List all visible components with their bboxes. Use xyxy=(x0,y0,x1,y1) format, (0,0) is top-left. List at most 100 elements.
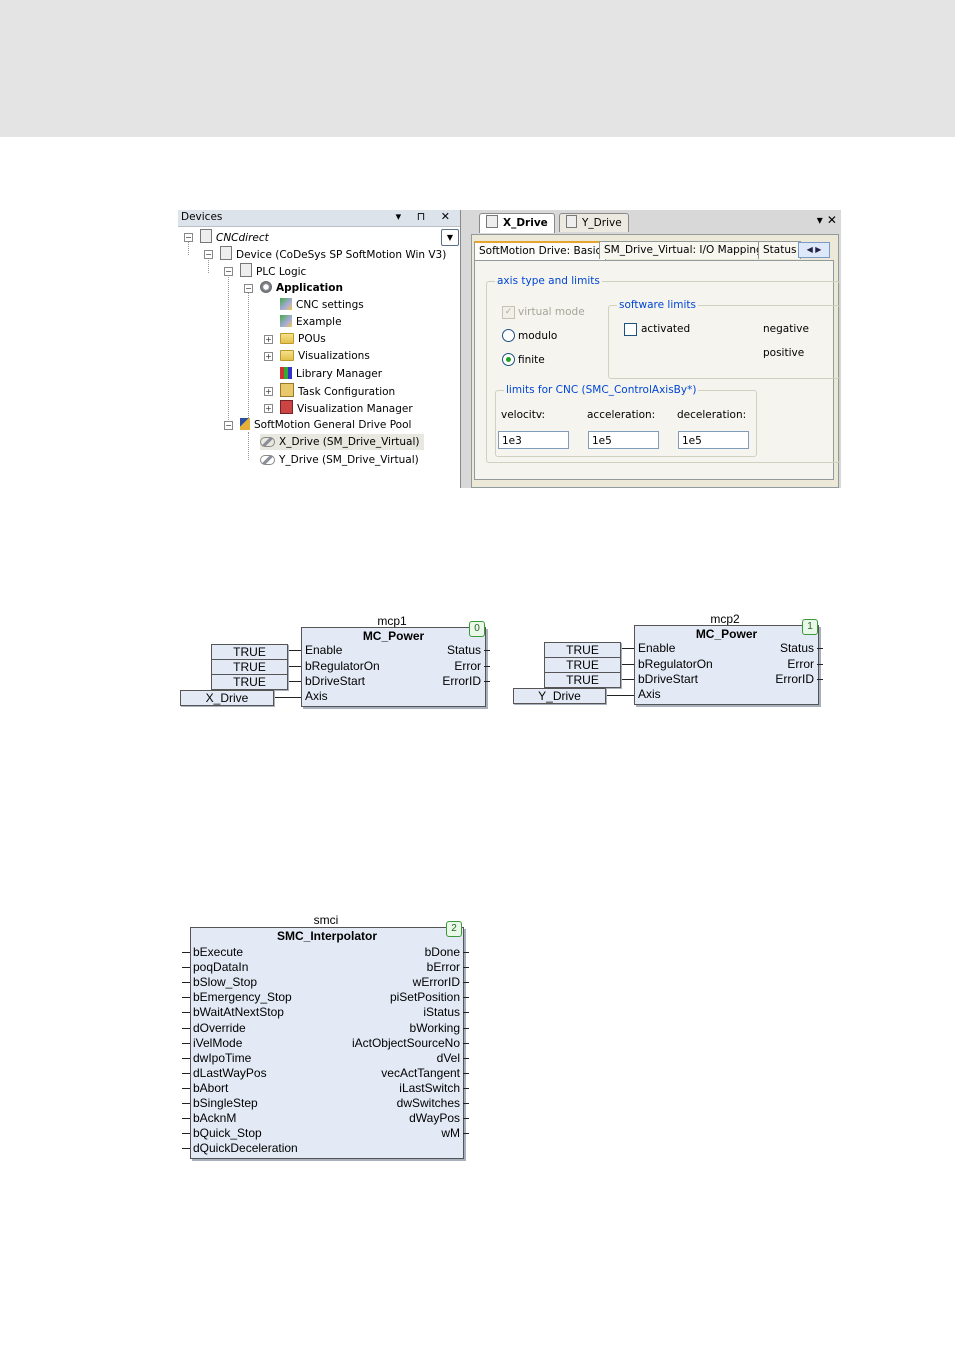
tree-item-label: PLC Logic xyxy=(256,266,307,278)
pin-doverride[interactable]: dOverride xyxy=(193,1021,246,1036)
pin-dwswitches[interactable]: dwSwitches xyxy=(397,1096,460,1111)
pin-dvel[interactable]: dVel xyxy=(437,1051,460,1066)
pin-dwaypos[interactable]: dWayPos xyxy=(409,1111,460,1126)
tab-io-mapping[interactable]: SM_Drive_Virtual: I/O Mapping xyxy=(599,241,768,259)
modulo-radio[interactable] xyxy=(502,329,515,342)
pin-error[interactable]: Error xyxy=(787,657,814,672)
pin-bdone[interactable]: bDone xyxy=(425,945,460,960)
expand-icon[interactable]: + xyxy=(264,404,273,413)
tree-item-example[interactable]: Example xyxy=(280,314,342,330)
pin-ilastswitch[interactable]: iLastSwitch xyxy=(399,1081,460,1096)
acceleration-field[interactable]: 1e5 xyxy=(588,431,659,449)
expand-icon[interactable]: + xyxy=(264,352,273,361)
tab-y-drive[interactable]: Y_Drive xyxy=(559,213,629,232)
tree-item-x-drive[interactable]: X_Drive (SM_Drive_Virtual) xyxy=(260,434,424,450)
constant-true[interactable]: TRUE xyxy=(211,644,288,660)
deceleration-field[interactable]: 1e5 xyxy=(678,431,749,449)
tab-status[interactable]: Status xyxy=(758,241,802,259)
fb-type-name: MC_Power xyxy=(362,629,425,643)
smc-interpolator-block[interactable]: SMC_Interpolator 2 bExecute poqDataIn bSlo… xyxy=(190,921,464,1159)
devices-pane: Devices ▾ ⊓ ✕ ▼ − − − − + + + + − CNCdir… xyxy=(178,210,461,488)
pin-enable[interactable]: Enable xyxy=(638,641,675,656)
pin-poqdatain[interactable]: poqDataIn xyxy=(193,960,248,975)
tree-item-application[interactable]: Application xyxy=(260,280,343,296)
pane-window-buttons[interactable]: ▾ ⊓ ✕ xyxy=(396,210,456,223)
tree-item-device[interactable]: Device (CoDeSys SP SoftMotion Win V3) xyxy=(220,246,446,262)
pin-ivelmode[interactable]: iVelMode xyxy=(193,1036,242,1051)
tabbar-window-buttons[interactable]: ▾ ✕ xyxy=(817,213,837,227)
tab-x-drive[interactable]: X_Drive xyxy=(479,213,555,233)
pin-babort[interactable]: bAbort xyxy=(193,1081,228,1096)
tree-item-cnc-settings[interactable]: CNC settings xyxy=(280,297,364,313)
collapse-icon[interactable]: − xyxy=(204,250,213,259)
pin-errorid[interactable]: ErrorID xyxy=(775,672,814,687)
tree-item-library-manager[interactable]: Library Manager xyxy=(280,366,382,382)
pin-bsinglestep[interactable]: bSingleStep xyxy=(193,1096,258,1111)
pin-bquick_stop[interactable]: bQuick_Stop xyxy=(193,1126,262,1141)
pin-dwipotime[interactable]: dwIpoTime xyxy=(193,1051,251,1066)
velocity-field[interactable]: 1e3 xyxy=(498,431,569,449)
collapse-icon[interactable]: − xyxy=(224,267,233,276)
pin-pisetposition[interactable]: piSetPosition xyxy=(390,990,460,1005)
pin-status[interactable]: Status xyxy=(447,643,481,658)
pin-bexecute[interactable]: bExecute xyxy=(193,945,243,960)
constant-true[interactable]: TRUE xyxy=(544,672,621,688)
tree-item-pous[interactable]: POUs xyxy=(280,331,326,347)
collapse-icon[interactable]: − xyxy=(244,284,253,293)
constant-true[interactable]: TRUE xyxy=(211,659,288,675)
constant-true[interactable]: TRUE xyxy=(544,657,621,673)
virtual-mode-checkbox[interactable]: ✓ xyxy=(502,306,515,319)
pin-iactobjectsourceno[interactable]: iActObjectSourceNo xyxy=(352,1036,460,1051)
pin-error[interactable]: Error xyxy=(454,659,481,674)
tab-softmotion-drive-basic[interactable]: SoftMotion Drive: Basic xyxy=(474,241,607,260)
pin-bregulatoron[interactable]: bRegulatorOn xyxy=(305,659,380,674)
pin-dquickdeceleration[interactable]: dQuickDeceleration xyxy=(193,1141,298,1156)
activated-checkbox[interactable] xyxy=(624,323,637,336)
pin-dlastwaypos[interactable]: dLastWayPos xyxy=(193,1066,267,1081)
output-wire xyxy=(463,1057,469,1059)
tree-item-visualizations[interactable]: Visualizations xyxy=(280,348,370,364)
tab-label: Y_Drive xyxy=(582,217,622,229)
pin-vecacttangent[interactable]: vecActTangent xyxy=(381,1066,460,1081)
collapse-icon[interactable]: − xyxy=(184,233,193,242)
pin-bworking[interactable]: bWorking xyxy=(410,1021,460,1036)
finite-label: finite xyxy=(518,354,545,366)
tab-scroll-arrows[interactable]: ◀ ▶ xyxy=(798,242,830,258)
pin-bdrivestart[interactable]: bDriveStart xyxy=(305,674,365,689)
tree-item-task-configuration[interactable]: Task Configuration xyxy=(280,383,395,399)
pin-berror[interactable]: bError xyxy=(427,960,460,975)
plc-logic-icon xyxy=(240,263,252,277)
pin-bdrivestart[interactable]: bDriveStart xyxy=(638,672,698,687)
pin-istatus[interactable]: iStatus xyxy=(423,1005,460,1020)
pin-backnm[interactable]: bAcknM xyxy=(193,1111,236,1126)
pin-axis[interactable]: Axis xyxy=(305,689,328,704)
axis-variable-y-drive[interactable]: Y_Drive xyxy=(513,688,606,704)
mc-power-block[interactable]: MC_Power 1 Enable bRegulatorOn bDriveSta… xyxy=(634,619,819,705)
tree-item-drive-pool[interactable]: SoftMotion General Drive Pool xyxy=(240,417,411,433)
mc-power-block[interactable]: MC_Power 0 Enable bRegulatorOn bDriveSta… xyxy=(301,621,486,707)
deceleration-label: deceleration: xyxy=(677,409,747,421)
expand-icon[interactable]: + xyxy=(264,387,273,396)
finite-radio[interactable] xyxy=(502,353,515,366)
pin-enable[interactable]: Enable xyxy=(305,643,342,658)
pin-wm[interactable]: wM xyxy=(441,1126,460,1141)
constant-true[interactable]: TRUE xyxy=(211,674,288,690)
pin-werrorid[interactable]: wErrorID xyxy=(413,975,460,990)
pin-bemergency_stop[interactable]: bEmergency_Stop xyxy=(193,990,292,1005)
pin-status[interactable]: Status xyxy=(780,641,814,656)
axis-variable-x-drive[interactable]: X_Drive xyxy=(180,690,274,706)
pin-bslow_stop[interactable]: bSlow_Stop xyxy=(193,975,257,990)
pin-errorid[interactable]: ErrorID xyxy=(442,674,481,689)
constant-true[interactable]: TRUE xyxy=(544,642,621,658)
pin-bwaitatnextstop[interactable]: bWaitAtNextStop xyxy=(193,1005,284,1020)
tree-item-y-drive[interactable]: Y_Drive (SM_Drive_Virtual) xyxy=(260,452,419,468)
tree-item-cncdirect[interactable]: CNCdirect xyxy=(200,229,269,245)
tree-dropdown-button[interactable]: ▼ xyxy=(441,229,459,246)
expand-icon[interactable]: + xyxy=(264,335,273,344)
tree-item-plc-logic[interactable]: PLC Logic xyxy=(240,263,306,279)
tree-item-visualization-manager[interactable]: Visualization Manager xyxy=(280,400,413,416)
pin-axis[interactable]: Axis xyxy=(638,687,661,702)
device-icon xyxy=(220,246,232,260)
collapse-icon[interactable]: − xyxy=(224,421,233,430)
pin-bregulatoron[interactable]: bRegulatorOn xyxy=(638,657,713,672)
